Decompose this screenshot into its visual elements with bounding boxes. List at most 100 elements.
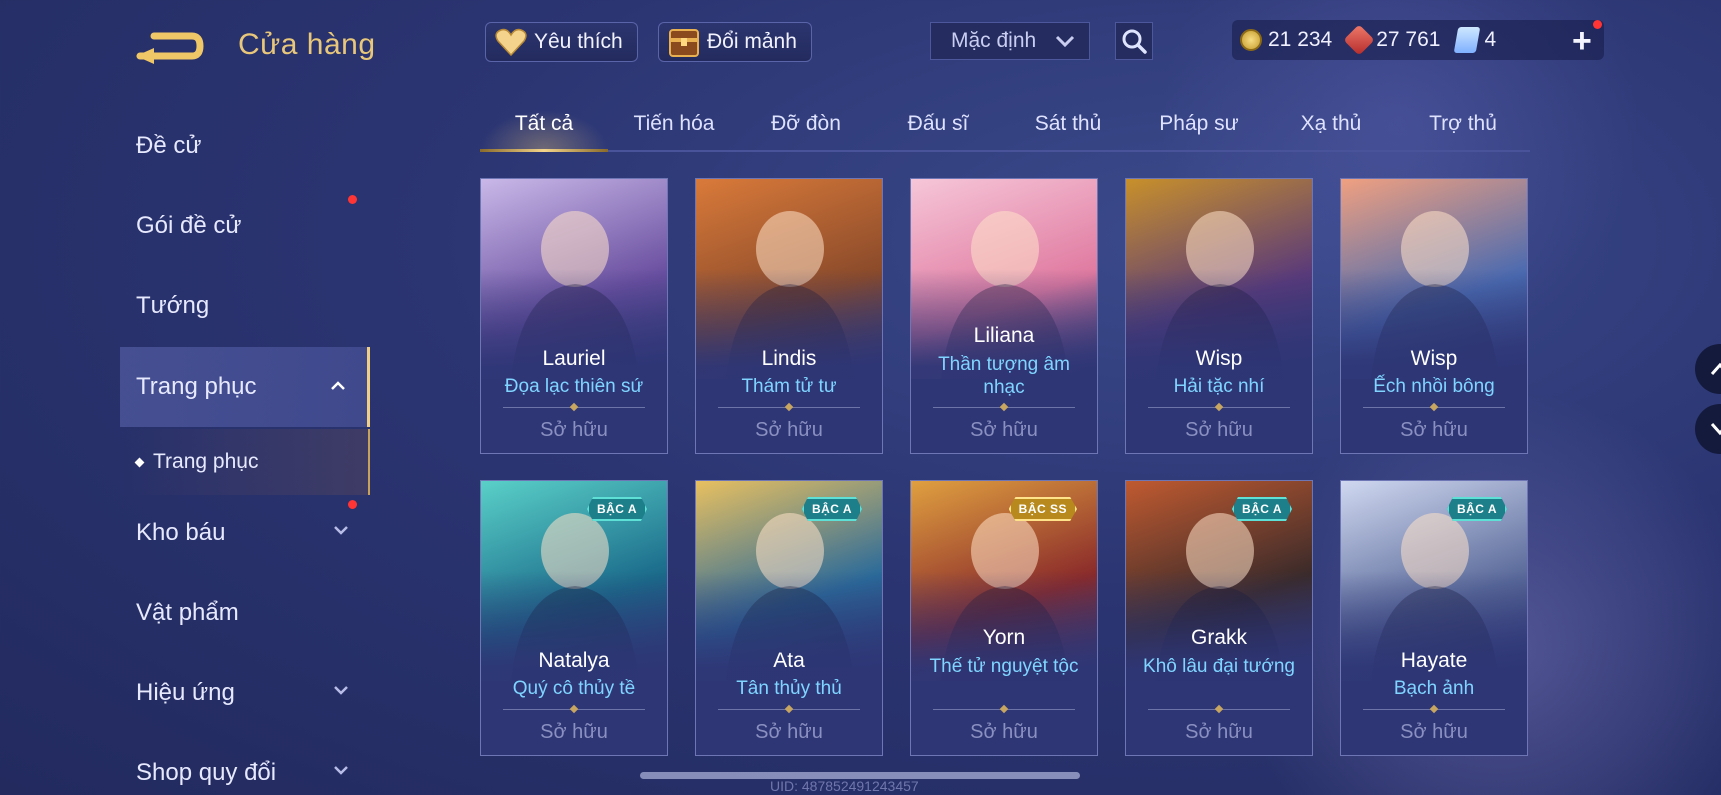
skin-name: Khô lâu đại tướng — [1143, 656, 1295, 677]
add-currency-button[interactable]: + — [1572, 22, 1592, 61]
exchange-fragments-button[interactable]: Đổi mảnh — [658, 22, 812, 62]
skin-name: Đọa lạc thiên sứ — [504, 376, 644, 397]
ruby-amount: 27 761 — [1376, 28, 1441, 51]
currency-bar: 21 234 27 761 4 — [1232, 20, 1604, 60]
ruby-icon — [1343, 24, 1375, 56]
sidebar-item-featured[interactable]: Đề cử — [120, 110, 370, 182]
sidebar-item-label: Gói đề cử — [136, 212, 242, 239]
hero-name: Hayate — [1400, 649, 1468, 672]
tier-badge: BẬC SS — [1008, 497, 1077, 521]
hero-name: Grakk — [1190, 626, 1247, 649]
tier-badge: BẬC A — [801, 497, 862, 521]
skin-card[interactable]: BẬC A Natalya Quý cô thủy tề Sở hữu — [480, 480, 668, 756]
skin-name: Thế tử nguyệt tộc — [929, 656, 1079, 677]
chevron-down-icon — [334, 686, 348, 695]
sidebar-item-label: Tướng — [136, 292, 210, 319]
favorites-button[interactable]: Yêu thích — [485, 22, 638, 62]
tab-fighter[interactable]: Đấu sĩ — [908, 112, 969, 136]
category-tabs: Tất cả Tiến hóa Đỡ đòn Đấu sĩ Sát thủ Ph… — [480, 106, 1530, 152]
scroll-up-button[interactable] — [1695, 344, 1721, 394]
owned-status: Sở hữu — [1185, 419, 1253, 441]
ruby-currency: 27 761 — [1343, 24, 1441, 56]
skin-name: Thần tượng âm nhạc — [938, 354, 1070, 398]
skin-card[interactable]: Wisp Ếch nhồi bông Sở hữu — [1340, 178, 1528, 454]
sidebar-item-featured-bundles[interactable]: Gói đề cử — [120, 190, 370, 262]
treasure-chest-icon — [667, 26, 701, 58]
skin-card[interactable]: BẬC A Grakk Khô lâu đại tướng Sở hữu — [1125, 480, 1313, 756]
sidebar-item-skins[interactable]: Trang phục — [120, 347, 370, 427]
sidebar-item-label: Vật phẩm — [136, 599, 239, 626]
tab-marksman[interactable]: Xạ thủ — [1301, 112, 1362, 136]
skin-name: Bạch ảnh — [1393, 678, 1475, 699]
chevron-down-icon — [334, 526, 348, 535]
back-arrow-icon[interactable] — [134, 26, 206, 66]
chevron-down-icon — [1055, 35, 1075, 47]
skin-card[interactable]: BẬC A Hayate Bạch ảnh Sở hữu — [1340, 480, 1528, 756]
sidebar-item-effects[interactable]: Hiệu ứng — [120, 657, 370, 729]
skin-name: Thám tử tư — [741, 376, 837, 397]
card-divider — [933, 709, 1075, 710]
owned-status: Sở hữu — [540, 419, 608, 441]
sort-value: Mặc định — [951, 29, 1037, 52]
owned-status: Sở hữu — [1185, 721, 1253, 743]
heart-icon — [494, 26, 528, 58]
tier-badge: BẬC A — [1231, 497, 1292, 521]
skin-card[interactable]: Lauriel Đọa lạc thiên sứ Sở hữu — [480, 178, 668, 454]
ticket-currency: 4 — [1454, 27, 1497, 53]
sidebar-item-label: Hiệu ứng — [136, 679, 235, 706]
tier-badge: BẬC A — [586, 497, 647, 521]
hero-name: Natalya — [538, 649, 610, 672]
notification-dot — [348, 500, 357, 509]
chevron-down-icon — [334, 766, 348, 775]
owned-status: Sở hữu — [755, 721, 823, 743]
favorites-label: Yêu thích — [534, 30, 623, 53]
sidebar-item-heroes[interactable]: Tướng — [120, 270, 370, 342]
page-title: Cửa hàng — [238, 28, 376, 61]
sidebar: Đề cử Gói đề cử Tướng Trang phục Trang p… — [120, 92, 370, 795]
hero-name: Yorn — [982, 626, 1026, 649]
card-divider — [1363, 709, 1505, 710]
skin-card[interactable]: Wisp Hải tặc nhí Sở hữu — [1125, 178, 1313, 454]
owned-status: Sở hữu — [755, 419, 823, 441]
sidebar-subitem-skins[interactable]: Trang phục — [120, 429, 370, 495]
sort-dropdown[interactable]: Mặc định — [930, 22, 1090, 60]
skin-name: Hải tặc nhí — [1173, 376, 1265, 397]
ticket-icon — [1454, 27, 1481, 53]
gold-amount: 21 234 — [1268, 28, 1333, 51]
card-divider — [1148, 407, 1290, 408]
card-divider — [1148, 709, 1290, 710]
tab-support[interactable]: Trợ thủ — [1429, 112, 1497, 136]
hero-name: Wisp — [1410, 347, 1458, 370]
skin-card[interactable]: BẬC SS Yorn Thế tử nguyệt tộc Sở hữu — [910, 480, 1098, 756]
tab-mage[interactable]: Pháp sư — [1159, 112, 1238, 136]
hero-name: Wisp — [1195, 347, 1243, 370]
tab-evolution[interactable]: Tiến hóa — [634, 112, 715, 136]
skin-card[interactable]: Lindis Thám tử tư Sở hữu — [695, 178, 883, 454]
chevron-down-icon — [1710, 423, 1721, 436]
diamond-bullet-icon — [134, 457, 145, 467]
ticket-amount: 4 — [1484, 28, 1497, 51]
sidebar-item-treasure[interactable]: Kho báu — [120, 497, 370, 569]
tab-assassin[interactable]: Sát thủ — [1035, 112, 1102, 136]
search-button[interactable] — [1115, 22, 1153, 60]
card-divider — [1363, 407, 1505, 408]
sidebar-item-exchange-shop[interactable]: Shop quy đổi — [120, 737, 370, 795]
owned-status: Sở hữu — [970, 419, 1038, 441]
scroll-down-button[interactable] — [1695, 404, 1721, 454]
skin-card[interactable]: Liliana Thần tượng âm nhạc Sở hữu — [910, 178, 1098, 454]
exchange-label: Đổi mảnh — [707, 30, 797, 53]
card-divider — [718, 407, 860, 408]
sidebar-item-items[interactable]: Vật phẩm — [120, 577, 370, 649]
hero-name: Ata — [773, 649, 805, 672]
skin-name: Quý cô thủy tề — [512, 678, 636, 699]
search-icon — [1122, 29, 1147, 54]
skin-name: Ếch nhồi bông — [1373, 376, 1495, 397]
active-tab-underline — [480, 149, 608, 152]
hero-name: Liliana — [973, 324, 1035, 347]
sidebar-item-label: Trang phục — [136, 373, 257, 400]
owned-status: Sở hữu — [1400, 419, 1468, 441]
skin-card[interactable]: BẬC A Ata Tân thủy thủ Sở hữu — [695, 480, 883, 756]
owned-status: Sở hữu — [970, 721, 1038, 743]
tab-all[interactable]: Tất cả — [515, 112, 573, 136]
tab-tank[interactable]: Đỡ đòn — [771, 112, 841, 136]
